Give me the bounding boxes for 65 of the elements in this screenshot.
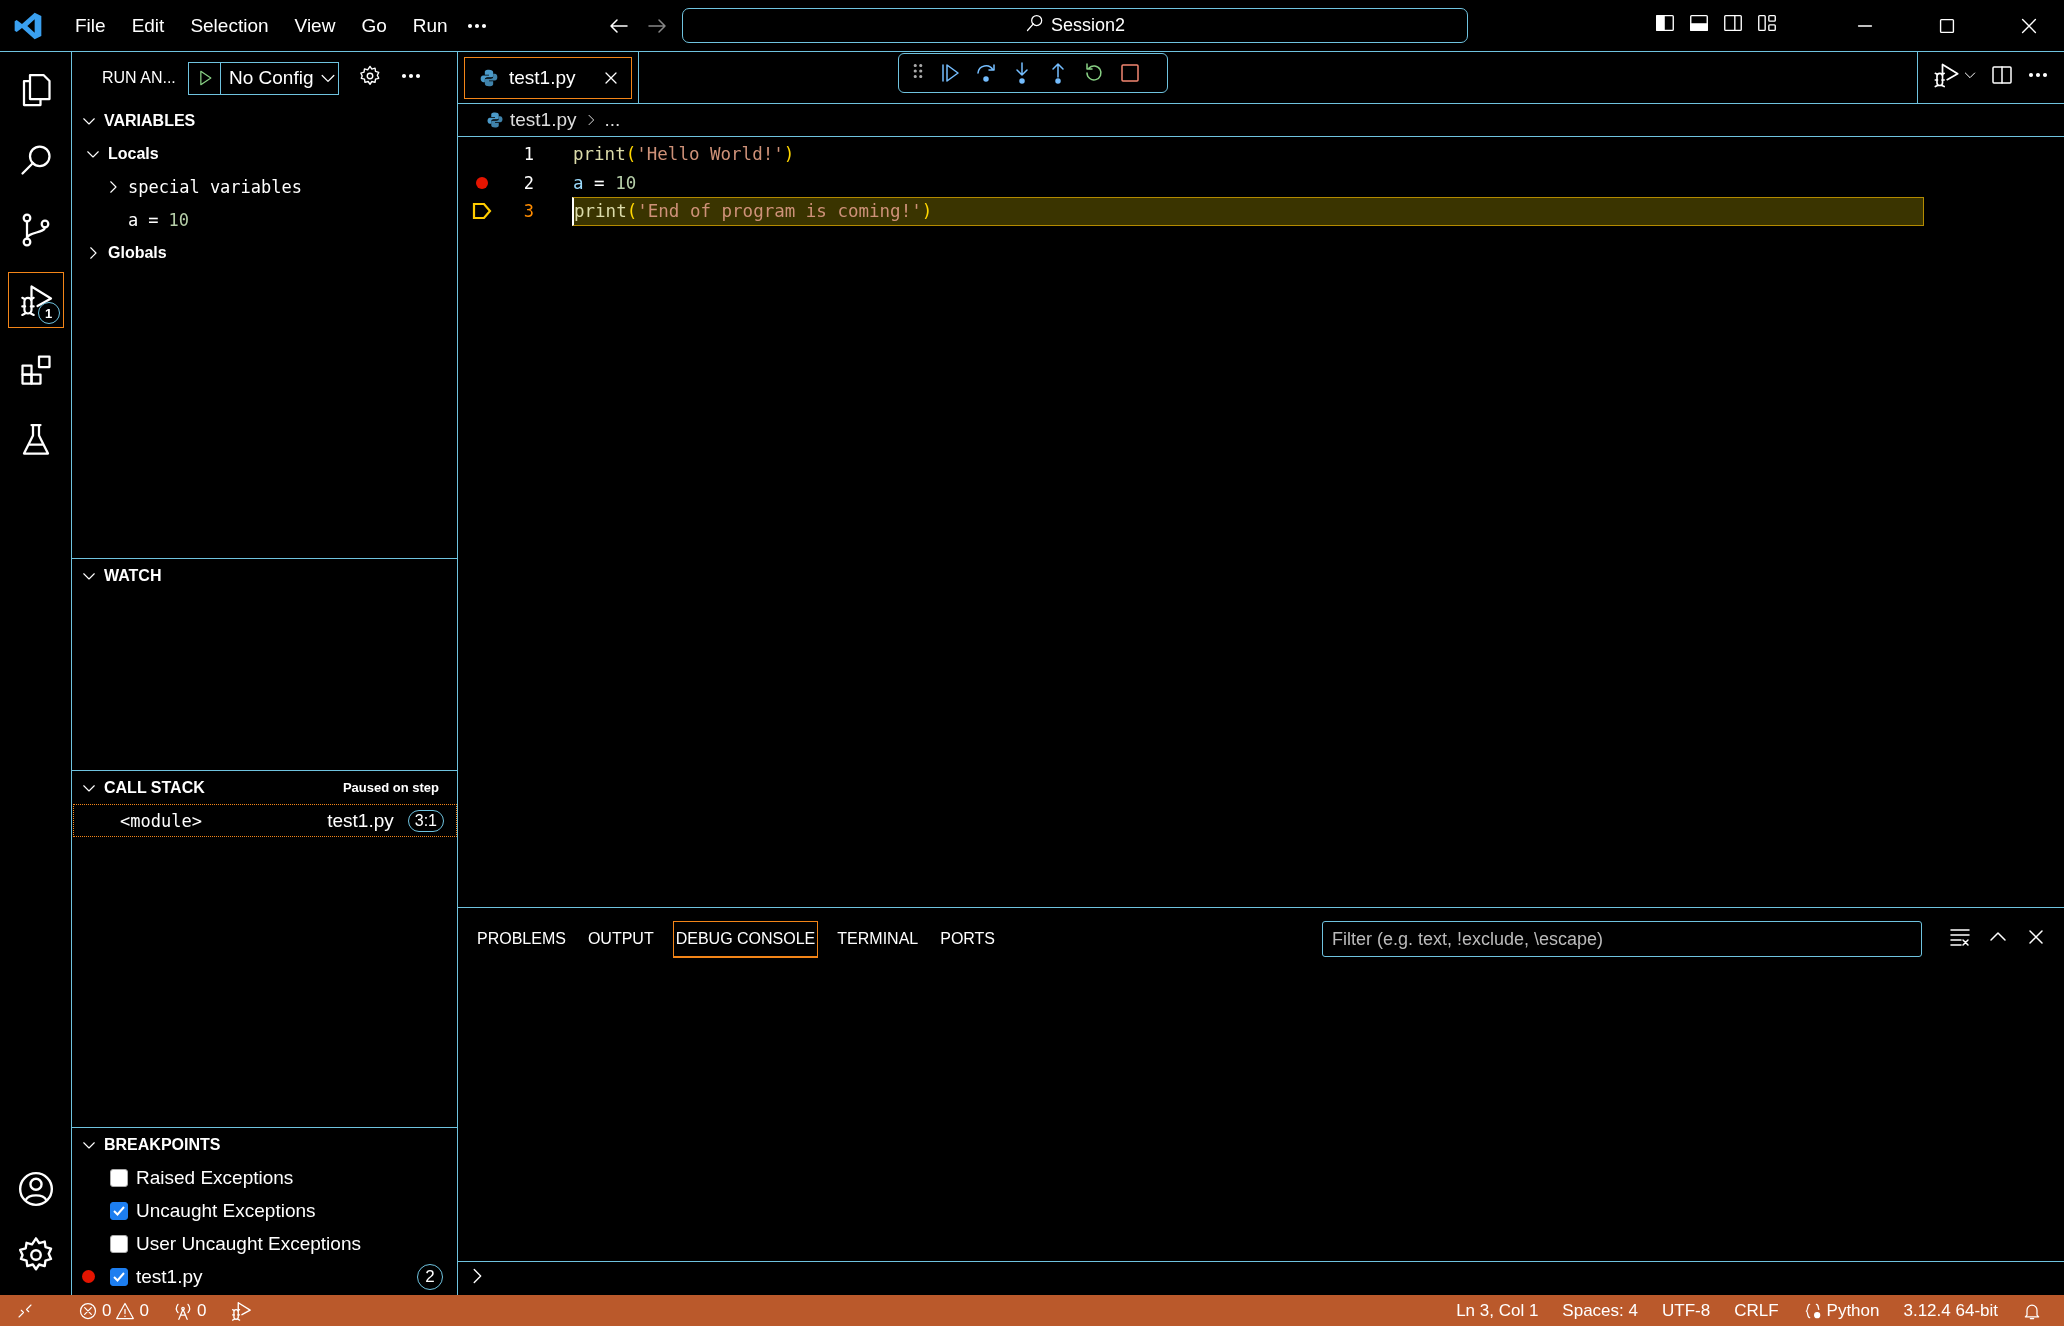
debug-status: Paused on step [342, 780, 439, 795]
filter-field[interactable]: Filter (e.g. text, !exclude, \escape) [1322, 921, 1922, 957]
configuration-dropdown[interactable]: No Config [188, 61, 339, 95]
error-count: 0 [102, 1300, 112, 1321]
ports-count: 0 [196, 1300, 207, 1321]
warning-count: 0 [139, 1300, 149, 1321]
variable-value: 10 [168, 209, 189, 230]
warning-icon [115, 1300, 136, 1321]
command-center-search[interactable]: Session2 [682, 8, 1468, 43]
line-number: 3 [522, 201, 534, 222]
breakpoint-label: User Uncaught Exceptions [136, 1232, 361, 1255]
menu-item[interactable]: Go [348, 10, 400, 41]
language-status[interactable]: Python [1790, 1295, 1892, 1326]
assignment-operator: = [148, 209, 159, 230]
section-title[interactable]: WATCH [104, 566, 162, 585]
menu-item[interactable]: Selection [177, 10, 282, 41]
panel-tab[interactable]: DEBUG CONSOLE [672, 920, 819, 958]
variable-name: a [128, 209, 139, 230]
frame-file: test1.py [327, 809, 394, 832]
scope-label: Globals [108, 243, 167, 262]
line-number: 2 [522, 172, 534, 193]
menu-item[interactable]: Run [399, 10, 461, 41]
section-title[interactable]: VARIABLES [104, 111, 196, 130]
breakpoint-label: Uncaught Exceptions [136, 1199, 316, 1222]
checkbox[interactable] [110, 1201, 128, 1220]
menu-item[interactable]: View [281, 10, 349, 41]
menu-item[interactable]: Edit [118, 10, 178, 41]
panel-tab[interactable]: PROBLEMS [474, 921, 569, 957]
python-file-icon [486, 111, 504, 129]
line-number: 1 [522, 144, 534, 165]
scope-label: Locals [108, 144, 159, 163]
stack-frame[interactable]: <module> test1.py 3:1 [73, 804, 457, 837]
breakpoint-label: test1.py [136, 1265, 203, 1288]
panel-tab[interactable]: TERMINAL [834, 921, 922, 957]
code-line: a = 10 [572, 171, 638, 195]
status-item[interactable]: Spaces: 4 [1550, 1295, 1650, 1326]
variable-group-label: special variables [128, 176, 302, 197]
breakpoint-label: Raised Exceptions [136, 1166, 294, 1189]
panel-tab[interactable]: OUTPUT [584, 921, 657, 957]
checkbox[interactable] [110, 1267, 128, 1286]
ports-status[interactable]: 0 [160, 1295, 219, 1326]
section-title[interactable]: CALL STACK [104, 778, 205, 797]
status-item[interactable]: CRLF [1722, 1295, 1791, 1326]
status-item[interactable]: UTF-8 [1649, 1295, 1723, 1326]
status-item[interactable]: Ln 3, Col 1 [1444, 1295, 1551, 1326]
language-label: Python [1826, 1300, 1880, 1321]
checkbox[interactable] [110, 1168, 128, 1187]
menu-item[interactable]: File [62, 10, 119, 41]
status-item[interactable]: 3.12.4 64-bit [1891, 1295, 2010, 1326]
breakpoint-dot [82, 1270, 95, 1283]
problems-status[interactable]: 0 0 [66, 1295, 161, 1326]
breadcrumb-item[interactable]: test1.py [510, 109, 577, 131]
code-line: print('Hello World!') [572, 143, 796, 167]
error-icon [78, 1300, 98, 1321]
editor-tab[interactable]: test1.py [464, 56, 632, 99]
count-badge: 1 [37, 302, 60, 324]
sidebar-title: RUN AN... [102, 69, 177, 87]
section-title[interactable]: BREAKPOINTS [104, 1135, 221, 1154]
breadcrumb-item[interactable]: ... [604, 109, 621, 131]
activity-bar-item[interactable]: 1 [7, 272, 64, 328]
frame-name: <module> [120, 810, 202, 831]
checkbox[interactable] [110, 1234, 128, 1253]
python-file-icon [479, 67, 499, 88]
breakpoint-dot[interactable] [476, 176, 488, 189]
panel-tab[interactable]: PORTS [937, 921, 999, 957]
